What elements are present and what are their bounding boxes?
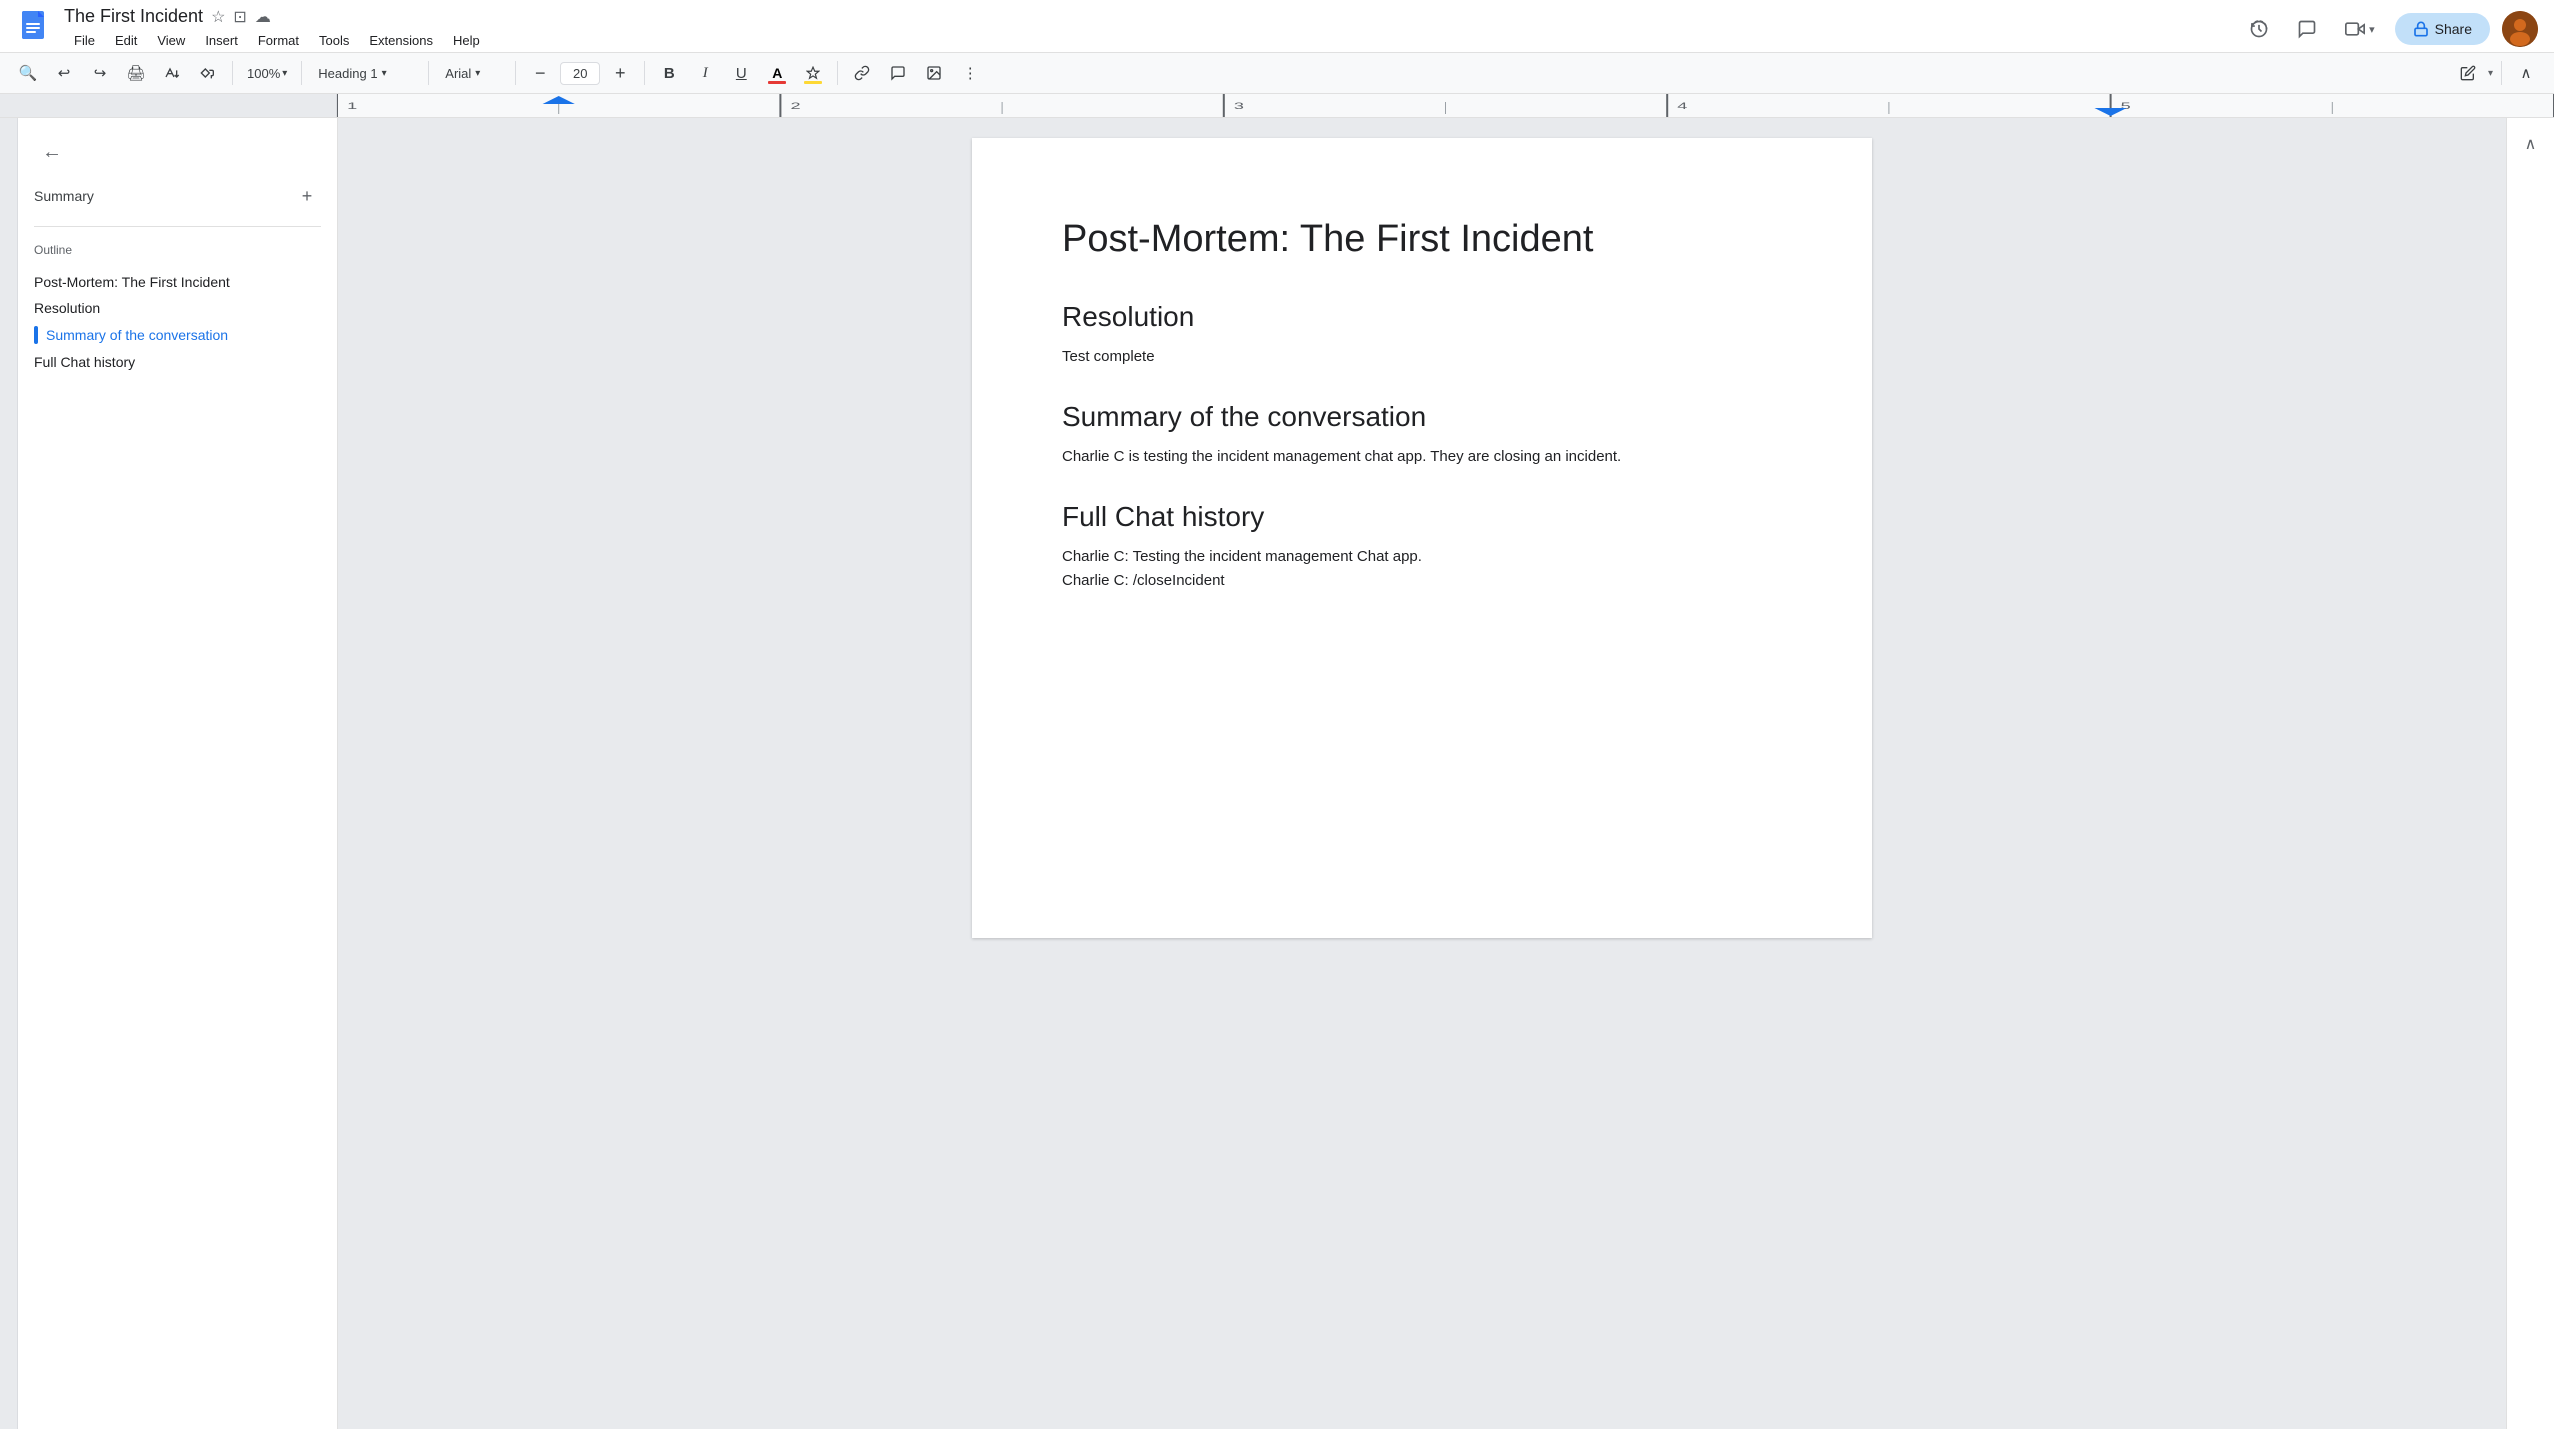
document-page-title: Post-Mortem: The First Incident <box>1062 218 1782 261</box>
search-toolbar-icon[interactable]: 🔍 <box>12 57 44 89</box>
outline-item-label-3: Full Chat history <box>34 354 135 370</box>
edit-mode-btn[interactable] <box>2452 57 2484 89</box>
active-indicator <box>34 326 38 344</box>
share-label: Share <box>2435 21 2472 37</box>
doc-area[interactable]: Post-Mortem: The First Incident Resoluti… <box>338 118 2506 1429</box>
svg-text:3: 3 <box>1234 101 1244 111</box>
separator-1 <box>232 61 233 85</box>
svg-text:1: 1 <box>347 101 357 111</box>
outline-item-label-1: Resolution <box>34 300 100 316</box>
title-bar: The First Incident ☆ ⊡ ☁ File Edit View … <box>0 0 2554 53</box>
comment-inline-btn[interactable] <box>882 57 914 89</box>
font-chevron-icon: ▾ <box>475 68 480 79</box>
cloud-icon[interactable]: ☁ <box>255 7 271 27</box>
outline-item-3[interactable]: Full Chat history <box>34 349 321 375</box>
folder-icon[interactable]: ⊡ <box>233 7 246 27</box>
link-btn[interactable] <box>846 57 878 89</box>
style-chevron-icon: ▾ <box>382 68 387 79</box>
separator-5 <box>644 61 645 85</box>
title-bar-left: The First Incident ☆ ⊡ ☁ File Edit View … <box>16 6 2241 52</box>
collapse-toolbar-btn[interactable]: ∧ <box>2510 57 2542 89</box>
bold-btn[interactable]: B <box>653 57 685 89</box>
font-size-input[interactable]: 20 <box>560 62 600 85</box>
section-2-line-1: Charlie C: /closeIncident <box>1062 569 1782 593</box>
undo-icon[interactable]: ↩ <box>48 57 80 89</box>
section-2-line-0: Charlie C: Testing the incident manageme… <box>1062 545 1782 569</box>
highlight-color-btn[interactable] <box>797 57 829 89</box>
menu-view[interactable]: View <box>147 29 195 52</box>
history-icon[interactable] <box>2241 11 2277 47</box>
separator-4 <box>515 61 516 85</box>
sidebar-back-btn[interactable]: ← <box>34 134 70 170</box>
font-size-decrease-btn[interactable]: − <box>524 57 556 89</box>
docs-logo-icon <box>16 9 56 49</box>
comments-icon[interactable] <box>2289 11 2325 47</box>
section-2-heading: Full Chat history <box>1062 501 1782 533</box>
separator-2 <box>301 61 302 85</box>
menu-bar: File Edit View Insert Format Tools Exten… <box>64 29 490 52</box>
sidebar-divider <box>34 226 321 227</box>
zoom-value: 100% <box>247 66 280 81</box>
section-1-heading: Summary of the conversation <box>1062 401 1782 433</box>
zoom-chevron-icon: ▾ <box>282 68 287 79</box>
outline-item-0[interactable]: Post-Mortem: The First Incident <box>34 269 321 295</box>
font-value: Arial <box>445 66 471 81</box>
redo-icon[interactable]: ↪ <box>84 57 116 89</box>
star-icon[interactable]: ☆ <box>211 7 225 27</box>
outline-label: Outline <box>34 243 321 257</box>
document-title[interactable]: The First Incident <box>64 6 203 27</box>
spellcheck-icon[interactable] <box>156 57 188 89</box>
ruler: 1 2 3 4 5 <box>0 94 2554 118</box>
separator-7 <box>2501 61 2502 85</box>
print-icon[interactable]: 🖨 <box>120 57 152 89</box>
outline-item-label-0: Post-Mortem: The First Incident <box>34 274 230 290</box>
meet-icon[interactable]: ▾ <box>2337 13 2383 45</box>
more-options-btn[interactable]: ⋮ <box>954 57 986 89</box>
main-area: ← Summary + Outline Post-Mortem: The Fir… <box>0 118 2554 1429</box>
sidebar-summary-label: Summary <box>34 188 94 204</box>
doc-title-row: The First Incident ☆ ⊡ ☁ <box>64 6 490 27</box>
right-panel-scroll-up-btn[interactable]: ∧ <box>2513 126 2549 162</box>
outline-item-1[interactable]: Resolution <box>34 295 321 321</box>
menu-help[interactable]: Help <box>443 29 490 52</box>
separator-3 <box>428 61 429 85</box>
menu-tools[interactable]: Tools <box>309 29 359 52</box>
style-value: Heading 1 <box>318 66 377 81</box>
ruler-content: 1 2 3 4 5 <box>337 94 2554 117</box>
separator-6 <box>837 61 838 85</box>
menu-insert[interactable]: Insert <box>195 29 248 52</box>
svg-text:4: 4 <box>1677 101 1687 111</box>
menu-edit[interactable]: Edit <box>105 29 147 52</box>
right-panel: ∧ <box>2506 118 2554 1429</box>
svg-text:2: 2 <box>790 101 800 111</box>
italic-btn[interactable]: I <box>689 57 721 89</box>
font-size-increase-btn[interactable]: + <box>604 57 636 89</box>
title-section: The First Incident ☆ ⊡ ☁ File Edit View … <box>64 6 490 52</box>
paint-format-icon[interactable] <box>192 57 224 89</box>
style-selector[interactable]: Heading 1 ▾ <box>310 64 420 83</box>
menu-extensions[interactable]: Extensions <box>359 29 443 52</box>
sidebar-add-btn[interactable]: + <box>293 182 321 210</box>
image-btn[interactable] <box>918 57 950 89</box>
sidebar-summary-row: Summary + <box>34 182 321 210</box>
font-selector[interactable]: Arial ▾ <box>437 64 507 83</box>
menu-file[interactable]: File <box>64 29 105 52</box>
avatar[interactable] <box>2502 11 2538 47</box>
text-color-btn[interactable]: A <box>761 57 793 89</box>
share-button[interactable]: Share <box>2395 13 2490 45</box>
section-0-body: Test complete <box>1062 345 1782 369</box>
section-1-body: Charlie C is testing the incident manage… <box>1062 445 1782 469</box>
outline-item-2[interactable]: Summary of the conversation <box>34 321 321 349</box>
section-0-heading: Resolution <box>1062 301 1782 333</box>
underline-btn[interactable]: U <box>725 57 757 89</box>
title-bar-right: ▾ Share <box>2241 11 2538 47</box>
sidebar: ← Summary + Outline Post-Mortem: The Fir… <box>18 118 338 1429</box>
menu-format[interactable]: Format <box>248 29 309 52</box>
left-margin <box>0 118 18 1429</box>
toolbar: 🔍 ↩ ↪ 🖨 100% ▾ Heading 1 ▾ Arial ▾ − 20 … <box>0 53 2554 94</box>
zoom-control[interactable]: 100% ▾ <box>241 64 293 83</box>
outline-item-label-2: Summary of the conversation <box>46 327 228 343</box>
document-page: Post-Mortem: The First Incident Resoluti… <box>972 138 1872 938</box>
